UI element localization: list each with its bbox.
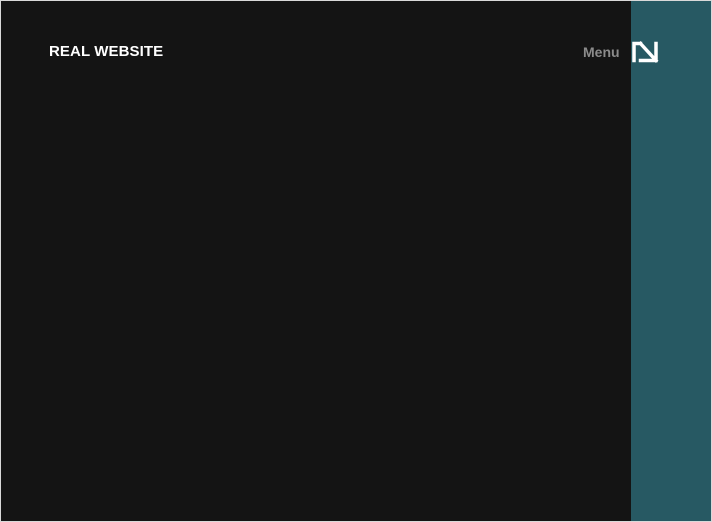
menu-toggle-icon[interactable]: [631, 40, 660, 64]
page: REAL WEBSITE Menu: [0, 0, 712, 522]
menu-label[interactable]: Menu: [583, 43, 620, 61]
side-panel: [631, 1, 711, 521]
menu-button[interactable]: Menu: [583, 40, 660, 64]
site-logo[interactable]: REAL WEBSITE: [49, 43, 163, 61]
